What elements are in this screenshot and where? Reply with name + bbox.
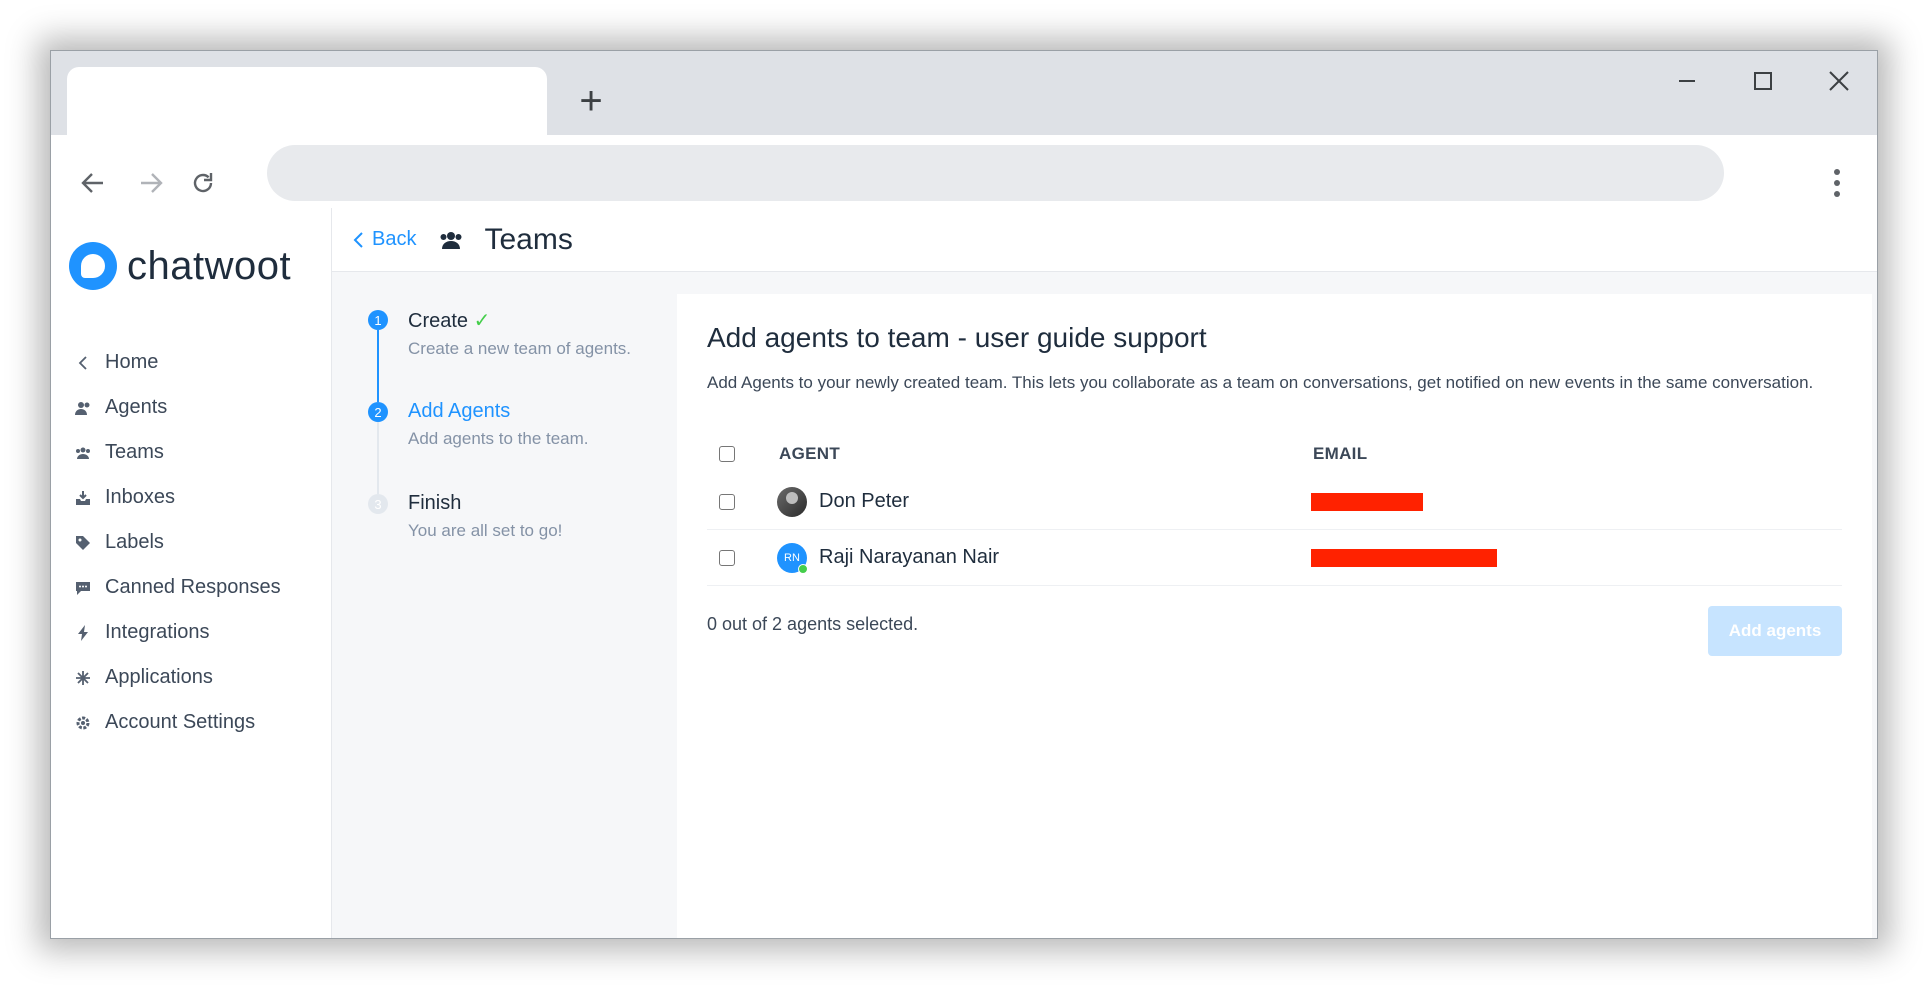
redacted-email: [1311, 548, 1497, 567]
wizard-step-finish: 3 Finish You are all set to go!: [368, 492, 668, 584]
sidebar-item-label: Applications: [105, 666, 213, 688]
step-title: Add Agents: [408, 400, 511, 422]
chatwoot-app: chatwoot Home Agents Teams Inboxes Label…: [51, 208, 1877, 938]
step-connector: [377, 330, 379, 402]
sidebar-item-integrations[interactable]: Integrations: [71, 610, 281, 655]
page-title: Teams: [484, 222, 573, 256]
sidebar-item-canned-responses[interactable]: Canned Responses: [71, 565, 281, 610]
back-button[interactable]: Back: [352, 228, 416, 251]
agent-column-header: AGENT: [779, 444, 840, 463]
sidebar-item-label: Inboxes: [105, 486, 176, 508]
table-header: AGENT EMAIL: [707, 434, 1842, 474]
more-vert-icon[interactable]: [1827, 163, 1847, 203]
chatwoot-logo-icon: [69, 242, 117, 290]
sidebar-nav: Home Agents Teams Inboxes Labels Canned …: [71, 340, 281, 745]
gear-icon: [75, 715, 91, 731]
page-header: Back Teams: [332, 208, 1877, 272]
close-icon[interactable]: [1809, 61, 1869, 101]
selection-count: 0 out of 2 agents selected.: [707, 614, 919, 634]
sidebar-item-teams[interactable]: Teams: [71, 430, 281, 475]
sidebar-item-label: Home: [105, 351, 159, 373]
chevron-left-icon: [353, 231, 363, 248]
step-connector: [377, 422, 379, 494]
chevron-left-icon: [75, 355, 91, 371]
main-content: Back Teams 1 Create ✓ Create a new team …: [332, 208, 1877, 938]
email-column-header: EMAIL: [1313, 444, 1368, 463]
tab-strip: +: [51, 51, 1877, 135]
step-subtitle: Create a new team of agents.: [408, 339, 632, 358]
address-bar[interactable]: [267, 145, 1724, 201]
wizard-steps: 1 Create ✓ Create a new team of agents. …: [368, 308, 668, 584]
row-checkbox[interactable]: [719, 493, 735, 510]
logo[interactable]: chatwoot: [69, 242, 291, 290]
inbox-icon: [75, 490, 91, 506]
sidebar-item-account-settings[interactable]: Account Settings: [71, 700, 281, 745]
people-icon: [75, 400, 91, 416]
browser-window: + chatwoot Home Agents Teams Inboxes Lab…: [50, 50, 1878, 939]
agent-cell: Don Peter: [777, 486, 910, 517]
step-number: 3: [368, 494, 388, 514]
sidebar-item-label: Integrations: [105, 621, 210, 643]
wizard-step-add-agents: 2 Add Agents Add agents to the team.: [368, 400, 668, 494]
sidebar-item-label: Account Settings: [105, 711, 256, 733]
minimize-icon[interactable]: [1657, 61, 1717, 101]
sidebar-item-applications[interactable]: Applications: [71, 655, 281, 700]
step-title: Finish: [408, 492, 462, 514]
step-title-text: Create: [408, 310, 469, 332]
chat-bubble-icon: [75, 580, 91, 596]
step-title: Create ✓: [408, 308, 668, 333]
tag-icon: [75, 535, 91, 551]
avatar: [777, 486, 807, 517]
check-icon: ✓: [473, 310, 491, 332]
sidebar-item-label: Agents: [105, 396, 168, 418]
step-subtitle: You are all set to go!: [408, 521, 563, 540]
sidebar-item-home[interactable]: Home: [71, 340, 281, 385]
browser-tab[interactable]: [67, 67, 547, 135]
sidebar: chatwoot Home Agents Teams Inboxes Label…: [51, 208, 332, 938]
agents-table: AGENT EMAIL Don Peter RN Raji Narayanan …: [707, 434, 1842, 586]
row-checkbox[interactable]: [719, 549, 735, 566]
redacted-email: [1311, 492, 1423, 511]
card-description: Add Agents to your newly created team. T…: [707, 373, 1814, 392]
avatar-initials: RN: [784, 551, 800, 564]
maximize-icon[interactable]: [1733, 61, 1793, 101]
agent-name: Raji Narayanan Nair: [819, 546, 1000, 568]
team-icon: [75, 445, 91, 461]
arrow-right-icon[interactable]: [131, 163, 171, 203]
agent-cell: RN Raji Narayanan Nair: [777, 542, 1000, 574]
new-tab-button[interactable]: +: [571, 81, 611, 121]
arrow-left-icon[interactable]: [73, 163, 113, 203]
step-number: 2: [368, 402, 388, 422]
add-agents-card: Add agents to team - user guide support …: [677, 294, 1872, 938]
sidebar-item-agents[interactable]: Agents: [71, 385, 281, 430]
sidebar-item-label: Canned Responses: [105, 576, 281, 598]
wizard-step-create: 1 Create ✓ Create a new team of agents.: [368, 308, 668, 402]
card-title: Add agents to team - user guide support: [707, 322, 1207, 353]
agent-name: Don Peter: [819, 490, 910, 512]
sidebar-item-labels[interactable]: Labels: [71, 520, 281, 565]
step-number: 1: [368, 310, 388, 330]
team-icon: [438, 230, 464, 250]
back-label: Back: [372, 228, 417, 250]
online-status-dot: [798, 563, 808, 574]
select-all-checkbox[interactable]: [719, 446, 735, 462]
table-row: RN Raji Narayanan Nair: [707, 530, 1842, 586]
add-agents-button[interactable]: Add agents: [1708, 606, 1842, 656]
apps-icon: [75, 670, 91, 686]
sidebar-item-inboxes[interactable]: Inboxes: [71, 475, 281, 520]
selection-footer: 0 out of 2 agents selected. Add agents: [707, 606, 1842, 656]
reload-icon[interactable]: [183, 163, 223, 203]
flash-icon: [75, 624, 91, 641]
step-subtitle: Add agents to the team.: [408, 429, 589, 448]
brand-name: chatwoot: [127, 243, 292, 288]
avatar: RN: [777, 542, 808, 574]
sidebar-item-label: Labels: [105, 531, 164, 553]
sidebar-item-label: Teams: [105, 441, 164, 463]
table-row: Don Peter: [707, 474, 1842, 530]
